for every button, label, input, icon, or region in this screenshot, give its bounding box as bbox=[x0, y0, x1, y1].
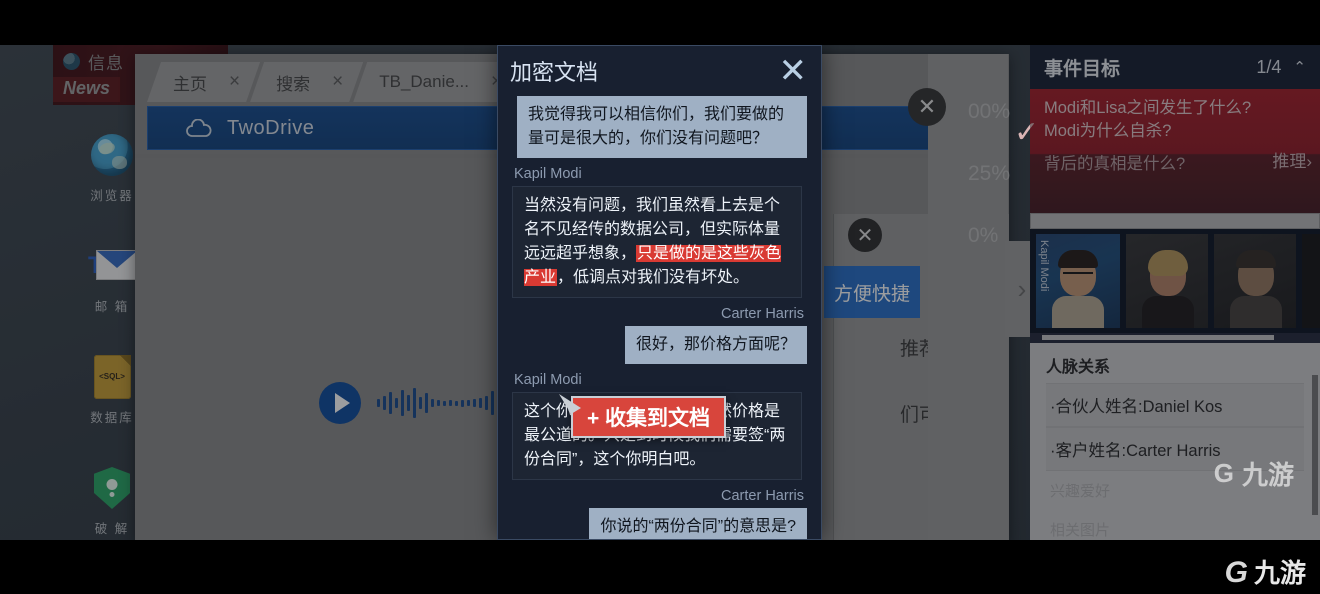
close-icon[interactable]: ✕ bbox=[848, 218, 882, 252]
portrait-card[interactable]: Kapil Modi bbox=[1036, 234, 1120, 328]
relation-row[interactable]: ·合伙人姓名:Daniel Kos bbox=[1046, 383, 1304, 427]
chat-message: Carter Harris 很好，那价格方面呢？ bbox=[512, 306, 807, 364]
sidebar-header-right: 1/4 ⌃ bbox=[1256, 57, 1306, 78]
goal-list: ✓ Modi和Lisa之间发生了什么? Modi为什么自杀? 背后的真相是什么?… bbox=[1014, 89, 1320, 213]
chat-bubble[interactable]: 我觉得我可以相信你们，我们要做的量可是很大的，你们没有问题吧？ bbox=[517, 96, 807, 158]
relations-heading: 人脉关系 bbox=[1046, 359, 1111, 376]
goal-item[interactable]: 背后的真相是什么? bbox=[1044, 153, 1306, 176]
globe-icon bbox=[63, 52, 80, 70]
chat-bubble[interactable]: 当然没有问题，我们虽然看上去是个名不见经传的数据公司，但实际体量远远超乎想象，只… bbox=[512, 186, 802, 298]
watermark-text: 九游 bbox=[1253, 558, 1306, 588]
dialog-header: 加密文档 ✕ bbox=[498, 46, 821, 96]
game-viewport: 信息 News 浏览器 T 邮 箱 <SQL> 数据库 破 解 bbox=[0, 45, 1320, 540]
goal-item[interactable]: Modi为什么自杀? bbox=[1044, 120, 1306, 143]
collect-to-document-button[interactable]: + 收集到文档 bbox=[571, 396, 726, 438]
sidebar-title: 事件目标 bbox=[1044, 58, 1121, 80]
avatar bbox=[1140, 248, 1196, 328]
percent-column: 00% 25% 0% bbox=[968, 100, 1011, 286]
letterbox-bottom bbox=[0, 540, 1320, 594]
dialog-title: 加密文档 bbox=[510, 60, 599, 85]
relation-row-dim[interactable]: 相关图片 bbox=[1046, 510, 1304, 540]
close-icon[interactable]: × bbox=[332, 71, 343, 93]
watermark-text: 九游 bbox=[1241, 460, 1294, 490]
portrait-card[interactable] bbox=[1302, 234, 1320, 328]
percent-value: 00% bbox=[968, 100, 1011, 123]
chat-speaker: Kapil Modi bbox=[514, 166, 582, 182]
progress-bar bbox=[1030, 213, 1320, 229]
avatar bbox=[1050, 248, 1106, 328]
close-icon[interactable]: ✕ bbox=[779, 54, 808, 88]
portrait-card[interactable] bbox=[1214, 234, 1296, 328]
cloud-icon bbox=[185, 119, 213, 137]
tab-label: TB_Danie... bbox=[379, 72, 469, 91]
relations-section: 人脉关系 ·合伙人姓名:Daniel Kos ·客户姓名:Carter Harr… bbox=[1030, 343, 1320, 540]
reason-link[interactable]: 推理› bbox=[1272, 147, 1312, 172]
chat-speaker: Carter Harris bbox=[721, 306, 804, 322]
portrait-scrollbar[interactable] bbox=[1030, 333, 1320, 343]
watermark-secondary: G 九游 bbox=[1214, 455, 1294, 492]
close-icon[interactable]: ✕ bbox=[908, 88, 946, 126]
watermark: G 九游 bbox=[1225, 558, 1306, 588]
avatar bbox=[1228, 248, 1284, 328]
browser-tab-search[interactable]: 搜索 × bbox=[250, 62, 363, 102]
chat-log[interactable]: 我觉得我可以相信你们，我们要做的量可是很大的，你们没有问题吧？ Kapil Mo… bbox=[498, 96, 821, 539]
chat-bubble[interactable]: 很好，那价格方面呢？ bbox=[624, 326, 807, 364]
chat-message: 我觉得我可以相信你们，我们要做的量可是很大的，你们没有问题吧？ bbox=[512, 96, 807, 158]
close-icon[interactable]: × bbox=[229, 71, 240, 93]
chat-bubble[interactable]: 你说的“两份合同”的意思是? bbox=[589, 508, 807, 539]
percent-value: 0% bbox=[968, 224, 999, 247]
news-title: 信息 bbox=[88, 53, 124, 73]
portrait-carousel[interactable]: Kapil Modi bbox=[1030, 229, 1320, 333]
browser-tab-home[interactable]: 主页 × bbox=[147, 62, 260, 102]
tab-label: 搜索 bbox=[276, 74, 311, 94]
goal-counter: 1/4 bbox=[1256, 56, 1282, 77]
chat-text-part: ，低调点对我们没有坏处。 bbox=[557, 269, 750, 286]
check-icon: ✓ bbox=[1014, 116, 1040, 149]
play-icon[interactable] bbox=[319, 382, 361, 424]
watermark-mark: G bbox=[1213, 458, 1234, 488]
chat-speaker: Carter Harris bbox=[721, 488, 804, 504]
tab-label: 主页 bbox=[173, 74, 207, 94]
twodrive-label: TwoDrive bbox=[227, 116, 315, 139]
sidebar-scrollbar[interactable] bbox=[1312, 375, 1318, 515]
encrypted-document-dialog: 加密文档 ✕ 我觉得我可以相信你们，我们要做的量可是很大的，你们没有问题吧？ K… bbox=[497, 45, 822, 540]
portrait-card[interactable] bbox=[1126, 234, 1208, 328]
chevron-up-icon[interactable]: ⌃ bbox=[1293, 58, 1306, 76]
letterbox-top bbox=[0, 0, 1320, 45]
chat-speaker: Kapil Modi bbox=[514, 372, 582, 388]
chat-message: Carter Harris 你说的“两份合同”的意思是? bbox=[512, 488, 807, 539]
watermark-mark: G bbox=[1224, 556, 1248, 589]
sidebar-header[interactable]: 事件目标 1/4 ⌃ bbox=[1030, 45, 1320, 89]
portrait-name: Kapil Modi bbox=[1038, 240, 1050, 292]
convenience-button[interactable]: 方便快捷 bbox=[824, 266, 920, 318]
percent-value: 25% bbox=[968, 162, 1011, 185]
database-icon-glyph: <SQL> bbox=[99, 372, 125, 381]
news-badge: News bbox=[53, 77, 121, 102]
chat-message: Kapil Modi 当然没有问题，我们虽然看上去是个名不见经传的数据公司，但实… bbox=[512, 166, 807, 298]
goal-item[interactable]: Modi和Lisa之间发生了什么? bbox=[1044, 97, 1306, 120]
